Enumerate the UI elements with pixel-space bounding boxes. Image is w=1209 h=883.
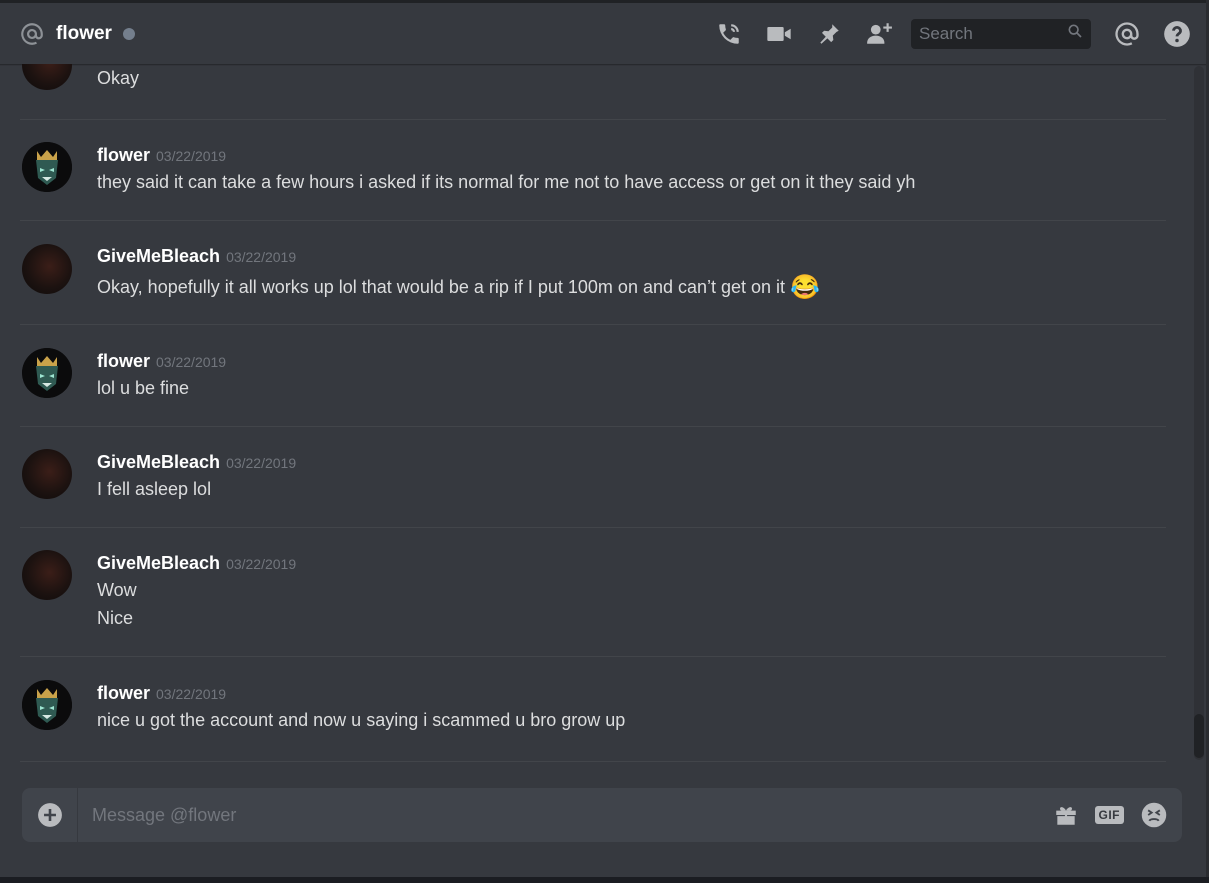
message-list: Okay flower 03/22/2019 they said it can t… — [0, 64, 1192, 770]
message-input[interactable] — [78, 788, 1037, 842]
message-timestamp: 03/22/2019 — [226, 455, 297, 471]
search-input[interactable]: Search — [911, 18, 1091, 49]
message-text: I fell asleep lol — [97, 479, 212, 499]
scrollbar-track[interactable] — [1194, 66, 1204, 760]
help-icon[interactable] — [1163, 20, 1191, 48]
message-text: Wow — [97, 580, 137, 600]
avatar[interactable] — [22, 244, 72, 294]
message-timestamp: 03/22/2019 — [226, 556, 297, 572]
message-text: Okay, hopefully it all works up lol that… — [97, 277, 786, 297]
message-divider — [20, 220, 1166, 221]
avatar[interactable] — [22, 550, 72, 600]
upload-button[interactable] — [22, 788, 78, 842]
tears-of-joy-emoji: 😂 — [790, 274, 820, 301]
message-text: lol u be fine — [97, 378, 190, 398]
add-friend-icon[interactable] — [865, 20, 893, 48]
gif-button[interactable]: GIF — [1094, 806, 1124, 824]
gift-icon — [1055, 807, 1076, 825]
message-author[interactable]: flower — [97, 145, 150, 165]
mentions-icon[interactable] — [1113, 20, 1141, 48]
message-divider — [20, 426, 1166, 427]
message-timestamp: 03/22/2019 — [226, 249, 297, 265]
message-timestamp: 03/22/2019 — [156, 148, 227, 164]
message-text: they said it can take a few hours i aske… — [97, 172, 916, 192]
message-divider — [20, 324, 1166, 325]
pin-icon[interactable] — [815, 20, 843, 48]
message-divider — [20, 656, 1166, 657]
message-divider — [20, 527, 1166, 528]
message-author[interactable]: GiveMeBleach — [97, 553, 220, 573]
at-sign-icon — [18, 20, 46, 48]
taskbar-strip — [0, 877, 1209, 883]
channel-title: flower — [56, 22, 112, 44]
message-author[interactable]: flower — [97, 683, 150, 703]
emoji-icon — [1141, 802, 1167, 828]
avatar[interactable] — [22, 142, 72, 192]
plus-circle-icon — [37, 803, 62, 827]
message-timestamp: 03/22/2019 — [156, 354, 227, 370]
message-author[interactable]: GiveMeBleach — [97, 246, 220, 266]
emoji-button[interactable] — [1140, 801, 1168, 829]
message-composer: GIF — [22, 788, 1182, 842]
search-placeholder: Search — [919, 23, 973, 43]
message-text: Okay — [97, 68, 140, 88]
message-divider — [20, 761, 1166, 762]
avatar[interactable] — [22, 680, 72, 730]
header-toolbar: Search — [693, 3, 1191, 64]
message-author[interactable]: flower — [97, 351, 150, 371]
message-timestamp: 03/22/2019 — [156, 686, 227, 702]
scrollbar-thumb[interactable] — [1194, 714, 1204, 758]
message-text: nice u got the account and now u saying … — [97, 710, 626, 730]
gift-button[interactable] — [1053, 802, 1079, 828]
status-indicator — [122, 27, 135, 40]
search-icon — [1067, 23, 1083, 44]
video-call-icon[interactable] — [765, 20, 793, 48]
voice-call-icon[interactable] — [715, 20, 743, 48]
message-text: Nice — [97, 608, 134, 628]
avatar[interactable] — [22, 64, 72, 90]
channel-header: flower Search — [0, 0, 1209, 64]
avatar[interactable] — [22, 449, 72, 499]
gif-label: GIF — [1094, 806, 1124, 824]
message-divider — [20, 119, 1166, 120]
avatar[interactable] — [22, 348, 72, 398]
message-author[interactable]: GiveMeBleach — [97, 452, 220, 472]
